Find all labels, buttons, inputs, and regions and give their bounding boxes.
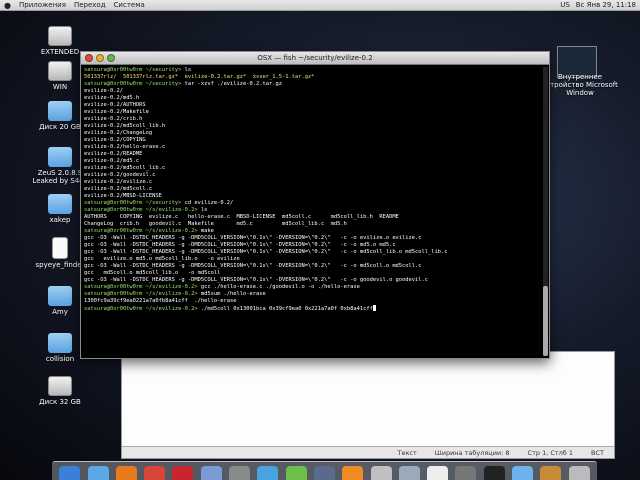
trash-icon[interactable] [568, 466, 590, 480]
text-cursor [372, 305, 376, 311]
terminal-window[interactable]: OSX — fish ~/security/evilize-0.2 satsur… [80, 51, 550, 359]
window-title: OSX — fish ~/security/evilize-0.2 [257, 54, 373, 62]
menu-system[interactable]: Система [114, 1, 145, 9]
folder-icon [48, 147, 72, 167]
menu-applications[interactable]: Приложения [19, 1, 66, 9]
terminal-line: satsura@0xr00tw0rm ~/s/evilize-0.2> md5s… [84, 291, 266, 297]
disk-icon [48, 61, 72, 81]
disk-icon [48, 26, 72, 46]
desktop: EXTENDED WIN Диск 20 GB ZeuS 2.0.8.9 Lea… [0, 11, 640, 480]
apple-icon[interactable]: ● [4, 1, 11, 10]
itunes-icon[interactable] [285, 466, 307, 480]
terminal-line: evilize-0.2/AUTHORS [84, 102, 146, 108]
firefox-icon[interactable] [115, 466, 137, 480]
desktop-icon-label: Диск 32 GB [39, 398, 81, 406]
disk-icon [48, 376, 72, 396]
terminal-line: gcc -O3 -Wall -DSTDC_HEADERS -g -DMD5COL… [84, 263, 422, 269]
terminal-line: gcc -O3 -Wall -DSTDC_HEADERS -g -DMD5COL… [84, 235, 422, 241]
window-titlebar[interactable]: OSX — fish ~/security/evilize-0.2 [81, 52, 549, 65]
document-icon [52, 237, 68, 259]
terminal-line: evilize-0.2/md5coll.c [84, 186, 153, 192]
terminal-line: satsura@0xr00tw0rm ~/security> ls [84, 67, 192, 73]
folder-icon [48, 286, 72, 306]
terminal-line: evilize-0.2/ChangeLog [84, 130, 153, 136]
terminal-line: gcc -O3 -Wall -DSTDC_HEADERS -g -DMD5COL… [84, 277, 429, 283]
desktop-icon-label: EXTENDED [40, 48, 80, 56]
desktop-icon-label: collision [45, 355, 75, 363]
preview-icon[interactable] [398, 466, 420, 480]
download-icon[interactable] [59, 466, 81, 480]
terminal-line: gcc -O3 -Wall -DSTDC_HEADERS -g -DMD5COL… [84, 242, 396, 248]
terminal-output[interactable]: satsura@0xr00tw0rm ~/security> ls 501337r… [84, 67, 541, 356]
terminal-line: satsura@0xr00tw0rm ~/s/evilize-0.2> gcc … [84, 284, 360, 290]
tools-icon[interactable] [370, 466, 392, 480]
terminal-line: evilize-0.2/goodevil.c [84, 172, 156, 178]
zoom-icon[interactable] [107, 54, 115, 62]
editor-mode[interactable]: Текст [398, 449, 417, 457]
terminal-line: evilize-0.2/md5coll_lib.h [84, 123, 166, 129]
clock[interactable]: Вс Янв 29, 11:18 [576, 1, 636, 9]
terminal-line: satsura@0xr00tw0rm ~/s/evilize-0.2> ./md… [84, 305, 541, 312]
terminal-line: evilize-0.2/ [84, 88, 123, 94]
keyboard-layout[interactable]: US [560, 1, 570, 9]
terminal-line: evilize-0.2/md5coll_lib.c [84, 165, 166, 171]
terminal-line: AUTHORS COPYING evilize.c hello-erase.c … [84, 214, 399, 220]
terminal-line: evilize-0.2/COPYING [84, 137, 146, 143]
minimize-icon[interactable] [96, 54, 104, 62]
desktop-icon-windows-internals[interactable]: Внутреннее устройство Microsoft Window [540, 73, 620, 97]
terminal-line: evilize-0.2/MBSD-LICENSE [84, 193, 162, 199]
terminal-line: ChangeLog crib.h goodevil.c Makefile md5… [84, 221, 347, 227]
terminal-line: evilize-0.2/Makefile [84, 109, 149, 115]
folder-icon [48, 194, 72, 214]
terminal-icon[interactable] [483, 466, 505, 480]
folder-icon [48, 333, 72, 353]
close-icon[interactable] [85, 54, 93, 62]
text-editor-window[interactable]: Текст Ширина табуляции: 8 Стр 1, Стлб 1 … [121, 351, 615, 459]
terminal-line: gcc md5coll.o md5coll_lib.o -o md5coll [84, 270, 221, 276]
desktop-icon-label: spyeye_finder [35, 261, 85, 269]
desktop-icon-label: Внутреннее устройство Microsoft Window [542, 73, 618, 97]
desktop-icon-disk32[interactable]: Диск 32 GB [25, 376, 95, 406]
terminal-line: satsura@0xr00tw0rm ~/s/evilize-0.2> make [84, 228, 214, 234]
terminal-line: evilize-0.2/md5.h [84, 95, 140, 101]
folder-icon [48, 101, 72, 121]
vlc-icon[interactable] [342, 466, 364, 480]
scrollbar-thumb[interactable] [543, 286, 548, 356]
editor-status-bar: Текст Ширина табуляции: 8 Стр 1, Стлб 1 … [122, 446, 614, 458]
terminal-line: evilize-0.2/crib.h [84, 116, 143, 122]
dock [52, 461, 597, 480]
desktop-icon-label: WIN [52, 83, 68, 91]
terminal-line: satsura@0xr00tw0rm ~/security> cd eviliz… [84, 200, 234, 206]
top-menu-bar: ● Приложения Переход Система US Вс Янв 2… [0, 0, 640, 11]
terminal-line: evilize-0.2/md5.c [84, 158, 140, 164]
photos-icon[interactable] [200, 466, 222, 480]
terminal-line: 1300fc9a39cf9ea0221a7a0fb8a41cff ./hello… [84, 298, 237, 304]
terminal-line: gcc -O3 -Wall -DSTDC_HEADERS -g -DMD5COL… [84, 249, 448, 255]
terminal-line: satsura@0xr00tw0rm ~/security> tar -xzvf… [84, 81, 282, 87]
chrome-icon[interactable] [144, 466, 166, 480]
editor-position: Стр 1, Стлб 1 [527, 448, 574, 457]
safari-icon[interactable] [257, 466, 279, 480]
terminal-line: gcc evilize.o md5.o md5coll_lib.o -o evi… [84, 256, 240, 262]
quicktime-icon[interactable] [313, 466, 335, 480]
terminal-line: satsura@0xr00tw0rm ~/s/evilize-0.2> ls [84, 207, 208, 213]
menu-go[interactable]: Переход [74, 1, 106, 9]
desktop-icon-label: Диск 20 GB [39, 123, 81, 131]
folder-icon[interactable] [512, 466, 534, 480]
desktop-icon-label: xakep [49, 216, 71, 224]
calculator-icon[interactable] [455, 466, 477, 480]
desktop-icon-label: Amy [52, 308, 68, 316]
editor-insert-mode: ВСТ [591, 448, 604, 457]
terminal-scrollbar[interactable] [543, 67, 548, 356]
terminal-line: evilize-0.2/evilize.c [84, 179, 153, 185]
terminal-line: evilize-0.2/hello-erase.c [84, 144, 166, 150]
terminal-line: evilize-0.2/README [84, 151, 143, 157]
textedit-icon[interactable] [427, 466, 449, 480]
package-icon[interactable] [540, 466, 562, 480]
editor-tab-width[interactable]: Ширина табуляции: 8 [435, 449, 510, 457]
terminal-line: 501337rlz/ 501337rlz.tar.gz* evilize-0.2… [84, 74, 315, 80]
gear-icon[interactable] [229, 466, 251, 480]
opera-icon[interactable] [172, 466, 194, 480]
finder-icon[interactable] [87, 466, 109, 480]
